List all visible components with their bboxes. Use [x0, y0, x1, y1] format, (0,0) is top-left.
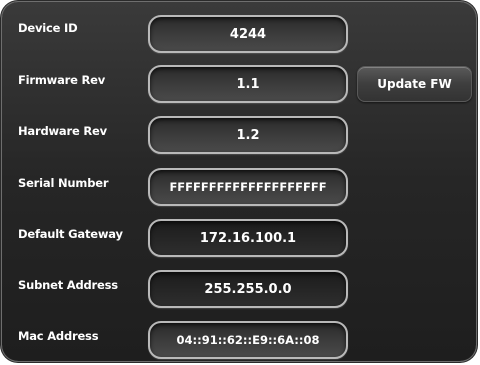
- hardware-rev-label: Hardware Rev: [18, 124, 107, 138]
- update-fw-button[interactable]: Update FW: [357, 66, 472, 102]
- device-id-field[interactable]: 4244: [148, 15, 348, 53]
- firmware-rev-label: Firmware Rev: [18, 73, 106, 87]
- mac-address-field[interactable]: 04::91::62::E9::6A::08: [148, 321, 348, 359]
- subnet-address-field[interactable]: 255.255.0.0: [148, 270, 348, 308]
- mac-address-label: Mac Address: [18, 329, 99, 343]
- serial-number-label: Serial Number: [18, 176, 109, 190]
- device-id-label: Device ID: [18, 21, 78, 35]
- firmware-rev-field[interactable]: 1.1: [148, 65, 348, 103]
- device-info-panel: Device ID 4244 Firmware Rev 1.1 Update F…: [2, 2, 476, 361]
- default-gateway-label: Default Gateway: [18, 227, 123, 241]
- serial-number-field[interactable]: FFFFFFFFFFFFFFFFFFFF: [148, 168, 348, 206]
- default-gateway-field[interactable]: 172.16.100.1: [148, 219, 348, 257]
- subnet-address-label: Subnet Address: [18, 278, 118, 292]
- hardware-rev-field[interactable]: 1.2: [148, 116, 348, 154]
